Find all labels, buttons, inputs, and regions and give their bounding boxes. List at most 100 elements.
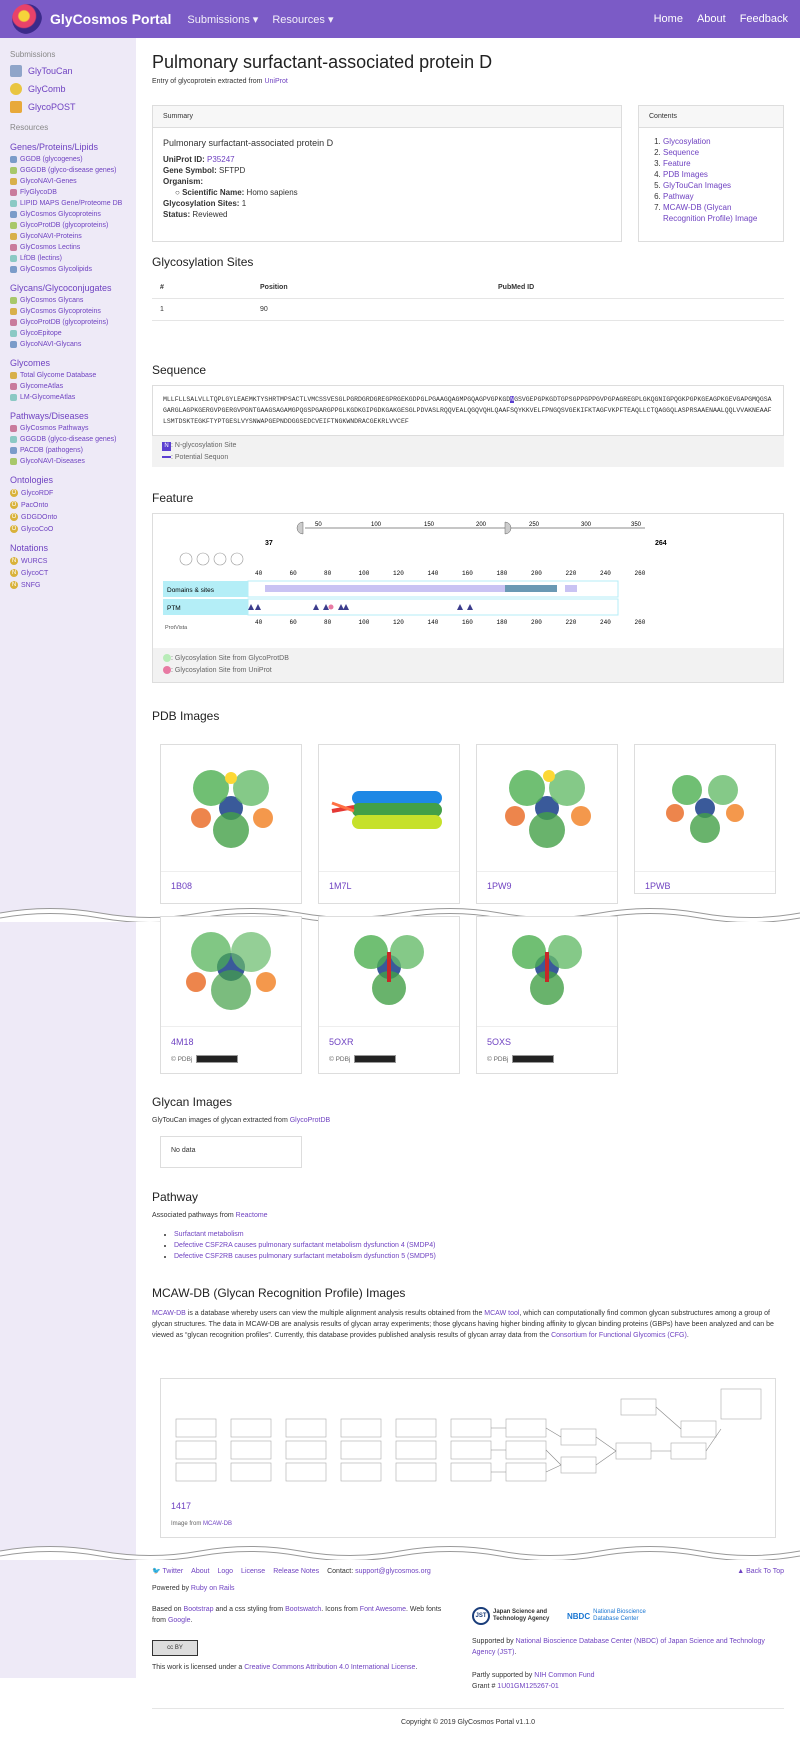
nav-home[interactable]: Home [654,13,683,25]
sidebar-item[interactable]: GlyCosmos Glycolipids [10,266,126,273]
uniprot-link[interactable]: UniProt [264,78,287,85]
rails-link[interactable]: Ruby on Rails [191,1585,235,1592]
back-to-top-link[interactable]: ▲ Back To Top [737,1568,784,1575]
sidebar-item[interactable]: Total Glycome Database [10,372,126,379]
cc-by-license-badge[interactable]: cc BY [152,1640,198,1656]
sidebar-item[interactable]: GGGDB (glyco-disease genes) [10,167,126,174]
sidebar-item[interactable]: GlyCosmos Glycans [10,297,126,304]
pdb-card[interactable]: 1B08 [160,744,302,904]
pdb-structure-image [319,917,459,1027]
sidebar-item[interactable]: GlyCosmos Lectins [10,244,126,251]
pdb-id-link[interactable]: 1M7L [329,881,352,891]
pdb-structure-image [477,917,617,1027]
sidebar-item-glycopost[interactable]: GlycoPOST [10,101,126,113]
contents-item: GlyTouCan Images [663,180,773,191]
pdb-card[interactable]: 5OXS © PDBj [476,916,618,1074]
footer-twitter-link[interactable]: 🐦 Twitter [152,1567,183,1575]
sidebar-item[interactable]: O GDGDOnto [10,513,126,521]
google-fonts-link[interactable]: Google [168,1617,191,1624]
brand-link[interactable]: GlyCosmos Portal [50,11,171,27]
axis-tick-label: 200 [531,570,542,577]
cfg-link[interactable]: Consortium for Functional Glycomics (CFG… [551,1332,687,1339]
uniprot-id-link[interactable]: P35247 [207,155,235,164]
mcaw-tool-link[interactable]: MCAW tool [484,1310,519,1317]
sidebar-item[interactable]: N SNFG [10,581,126,589]
footer-about-link[interactable]: About [191,1568,209,1575]
sidebar-item[interactable]: GlycomeAtlas [10,383,126,390]
mcaw-title: MCAW-DB (Glycan Recognition Profile) Ima… [152,1286,406,1300]
nav-about[interactable]: About [697,13,726,25]
bootswatch-link[interactable]: Bootswatch [285,1606,321,1613]
sidebar-item[interactable]: GlycoProtDB (glycoproteins) [10,222,126,229]
bootstrap-link[interactable]: Bootstrap [184,1606,214,1613]
pdb-card[interactable]: 1PW9 [476,744,618,904]
mcaw-db-link[interactable]: MCAW-DB [152,1310,186,1317]
nav-feedback[interactable]: Feedback [740,13,788,25]
jst-logo[interactable]: JST Japan Science and Technology Agency [472,1607,553,1625]
sidebar-item[interactable]: GlycoNAVI-Genes [10,178,126,185]
glycosylation-sites-title: Glycosylation Sites [152,255,254,269]
resource-icon [10,167,17,174]
pdb-card[interactable]: 5OXR © PDBj [318,916,460,1074]
resources-dropdown[interactable]: Resources ▾ [272,13,333,26]
resource-icon [10,458,17,465]
resource-icon [10,244,17,251]
glycomb-icon [10,83,22,95]
sidebar-item[interactable]: LM-GlycomeAtlas [10,394,126,401]
sidebar-item[interactable]: GlycoNAVI-Glycans [10,341,126,348]
sidebar-item[interactable]: LIPID MAPS Gene/Proteome DB [10,200,126,207]
column-header: PubMed ID [490,277,784,299]
main-content: Pulmonary surfactant-associated protein … [152,38,784,731]
sidebar-item[interactable]: GlycoNAVI-Diseases [10,458,126,465]
sidebar-item[interactable]: FlyGlycoDB [10,189,126,196]
sidebar-section-title: Notations [10,543,49,553]
mcaw-credit-link[interactable]: MCAW-DB [203,1521,232,1527]
footer-license-link[interactable]: License [241,1568,265,1575]
powered-by: Powered by Ruby on Rails [152,1585,235,1592]
sidebar-item[interactable]: O GlycoRDF [10,489,126,497]
fontawesome-link[interactable]: Font Awesome [360,1606,406,1613]
sidebar-item[interactable]: GlycoNAVI-Proteins [10,233,126,240]
sidebar-item[interactable]: O PacOnto [10,501,126,509]
pdb-id-link[interactable]: 1PW9 [487,881,512,891]
sidebar-item[interactable]: GGGDB (glyco-disease genes) [10,436,126,443]
sidebar-item[interactable]: GlyCosmos Glycoproteins [10,211,126,218]
sidebar-item[interactable]: GlyCosmos Pathways [10,425,126,432]
footer-release-notes-link[interactable]: Release Notes [273,1568,319,1575]
pdb-id-link[interactable]: 5OXR [329,1037,354,1047]
sidebar-item[interactable]: GlycoEpitope [10,330,126,337]
glycoprotdb-link[interactable]: GlycoProtDB [290,1117,330,1124]
sidebar-item[interactable]: GlyCosmos Glycoproteins [10,308,126,315]
sidebar-item[interactable]: GGDB (glycogenes) [10,156,126,163]
mcaw-card[interactable]: 1417 Image from MCAW-DB [160,1378,776,1538]
sidebar-item-glytoucan[interactable]: GlyTouCan [10,65,126,77]
cc-license-link[interactable]: Creative Commons Attribution 4.0 Interna… [244,1664,415,1671]
nih-link[interactable]: NIH Common Fund [534,1672,594,1679]
pdb-card[interactable]: 4M18 © PDBj [160,916,302,1074]
axis-tick-label: 80 [324,619,332,626]
sidebar-item[interactable]: GlycoProtDB (glycoproteins) [10,319,126,326]
glycosmos-logo[interactable] [12,4,42,34]
sidebar-item[interactable]: N WURCS [10,557,126,565]
submissions-dropdown[interactable]: Submissions ▾ [187,13,258,26]
reactome-link[interactable]: Reactome [236,1212,268,1219]
contact-email-link[interactable]: support@glycosmos.org [355,1568,431,1575]
pdb-card[interactable]: 1PWB [634,744,776,894]
pdb-id-link[interactable]: 5OXS [487,1037,511,1047]
pdb-id-link[interactable]: 1PWB [645,881,671,891]
mcaw-id-link[interactable]: 1417 [171,1501,191,1511]
sidebar-item[interactable]: O GlycoCoO [10,525,126,533]
pdb-id-link[interactable]: 4M18 [171,1037,194,1047]
domain-bar-end [565,585,577,592]
sidebar-item[interactable]: LfDB (lectins) [10,255,126,262]
grant-link[interactable]: 1U01GM125267-01 [497,1683,559,1690]
feature-legend: : Glycosylation Site from GlycoProtDB : … [153,648,783,682]
sidebar-item-glycomb[interactable]: GlyComb [10,83,126,95]
ontology-icon: O [10,501,18,509]
sidebar-item[interactable]: N GlycoCT [10,569,126,577]
footer-logo-link[interactable]: Logo [217,1568,233,1575]
pdb-card[interactable]: 1M7L [318,744,460,904]
nbdc-logo[interactable]: NBDC National Bioscience Database Center [567,1609,653,1623]
sidebar-item[interactable]: PACDB (pathogens) [10,447,126,454]
pdb-id-link[interactable]: 1B08 [171,881,192,891]
